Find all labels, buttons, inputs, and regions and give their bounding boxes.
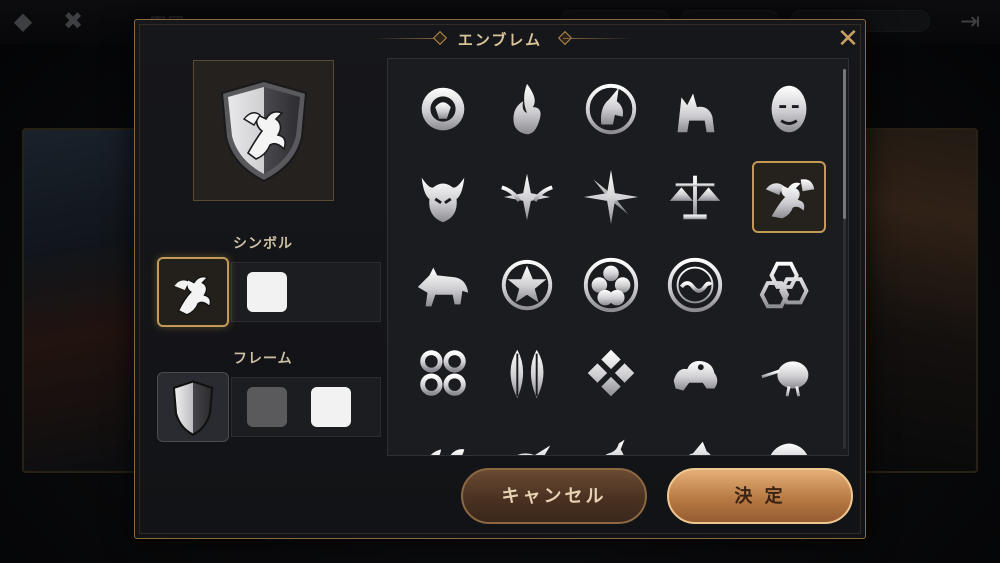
current-frame-thumb[interactable] xyxy=(157,372,229,442)
wolf-emblem-icon-glyph xyxy=(417,267,469,307)
frame-section-label: フレーム xyxy=(233,351,293,367)
cat-emblem-icon[interactable] xyxy=(658,73,732,145)
plum-crest-emblem-icon[interactable] xyxy=(574,249,648,321)
frog-emblem-icon[interactable] xyxy=(658,337,732,409)
cat-emblem-icon-glyph xyxy=(677,93,715,133)
feathers-emblem-icon-glyph xyxy=(510,349,544,399)
compass-star-emblem-icon[interactable] xyxy=(574,161,648,233)
swan-emblem-icon-glyph xyxy=(605,439,625,455)
flower-crest-emblem-icon-glyph xyxy=(501,259,553,311)
dragon-emblem-icon[interactable] xyxy=(752,161,826,233)
emblem-dialog: エンブレム ✕ シンボル フレーム キャンセル 決 定 xyxy=(134,19,866,539)
close-icon[interactable]: ✕ xyxy=(835,26,861,52)
swan-emblem-icon[interactable] xyxy=(574,423,648,455)
grid-scrollbar[interactable] xyxy=(843,69,846,449)
star-wings-emblem-icon[interactable] xyxy=(490,161,564,233)
scrollbar-thumb[interactable] xyxy=(843,69,846,219)
cancel-button[interactable]: キャンセル xyxy=(461,468,647,524)
flower-crest-emblem-icon[interactable] xyxy=(490,249,564,321)
bald-man-emblem-icon-glyph xyxy=(771,85,807,133)
dragon-icon xyxy=(174,276,211,316)
leaf-emblem-icon-glyph xyxy=(430,449,465,455)
frame-color-white-swatch[interactable] xyxy=(311,387,351,427)
unicorn-emblem-icon[interactable] xyxy=(574,73,648,145)
critter-emblem-icon-glyph xyxy=(688,441,711,455)
critter-emblem-icon[interactable] xyxy=(658,423,732,455)
game-screen: ◆ ✖ 軍団 ⇥ エンブレム ✕ xyxy=(0,0,1000,563)
star-wings-emblem-icon-glyph xyxy=(501,173,553,221)
title-diamond-icon xyxy=(432,30,448,46)
shield-dragon-icon xyxy=(220,79,308,183)
shell-emblem-icon-glyph xyxy=(770,443,808,455)
demon-emblem-icon-glyph xyxy=(421,177,465,223)
shield-frame-icon xyxy=(172,380,214,436)
flame-emblem-icon[interactable] xyxy=(490,73,564,145)
unicorn-emblem-icon-glyph xyxy=(585,83,637,135)
wolf-emblem-icon[interactable] xyxy=(406,249,480,321)
current-symbol-thumb[interactable] xyxy=(157,257,229,327)
diamonds-emblem-icon[interactable] xyxy=(574,337,648,409)
dialog-title: エンブレム xyxy=(457,31,543,49)
confirm-button[interactable]: 決 定 xyxy=(667,468,853,524)
frog-emblem-icon-glyph xyxy=(673,361,718,391)
title-ornament-line xyxy=(563,38,633,39)
bird-emblem-icon[interactable] xyxy=(490,423,564,455)
flame-emblem-icon-glyph xyxy=(513,83,541,135)
demon-emblem-icon[interactable] xyxy=(406,161,480,233)
kiwi-bird-emblem-icon[interactable] xyxy=(752,337,826,409)
dragon-emblem-icon-glyph xyxy=(765,179,815,219)
frame-color-gray-swatch[interactable] xyxy=(247,387,287,427)
hexagon-knot-emblem-icon[interactable] xyxy=(752,249,826,321)
leaf-emblem-icon[interactable] xyxy=(406,423,480,455)
scales-emblem-icon[interactable] xyxy=(658,161,732,233)
emblem-grid[interactable] xyxy=(387,58,849,456)
diamonds-emblem-icon-glyph xyxy=(587,349,635,397)
emblem-preview xyxy=(193,60,334,201)
symbol-section-label: シンボル xyxy=(233,236,293,252)
bald-man-emblem-icon[interactable] xyxy=(752,73,826,145)
rings-emblem-icon[interactable] xyxy=(406,337,480,409)
compass-star-emblem-icon-glyph xyxy=(583,169,639,225)
lion-emblem-icon[interactable] xyxy=(406,73,480,145)
bird-emblem-icon-glyph xyxy=(517,445,551,455)
title-ornament-line xyxy=(371,38,441,39)
rings-emblem-icon-glyph xyxy=(420,350,466,396)
kiwi-bird-emblem-icon-glyph xyxy=(761,361,809,397)
wave-crest-emblem-icon-glyph xyxy=(667,257,723,313)
wave-crest-emblem-icon[interactable] xyxy=(658,249,732,321)
shell-emblem-icon[interactable] xyxy=(752,423,826,455)
feathers-emblem-icon[interactable] xyxy=(490,337,564,409)
lion-emblem-icon-glyph xyxy=(421,87,465,131)
symbol-color-white-swatch[interactable] xyxy=(247,272,287,312)
scales-emblem-icon-glyph xyxy=(669,175,721,220)
dialog-header: エンブレム xyxy=(135,28,865,50)
plum-crest-emblem-icon-glyph xyxy=(583,257,639,313)
hexagon-knot-emblem-icon-glyph xyxy=(759,261,809,309)
